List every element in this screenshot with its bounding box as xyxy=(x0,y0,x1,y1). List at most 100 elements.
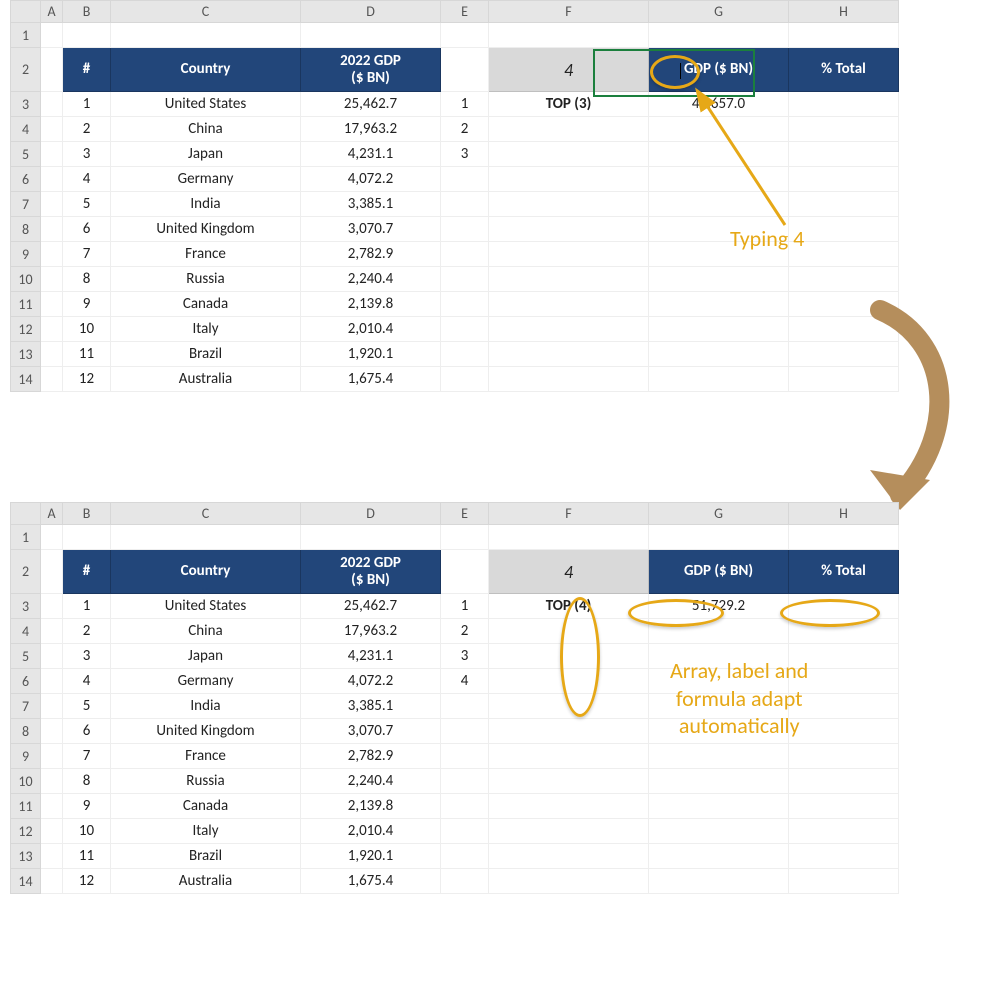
cell-top-label[interactable] xyxy=(489,794,649,819)
cell-gdp-sum[interactable] xyxy=(649,117,789,142)
cell-topn-value[interactable]: 4 xyxy=(489,550,649,594)
cell-array-index[interactable] xyxy=(441,167,489,192)
cell-array-index[interactable]: 4 xyxy=(441,669,489,694)
cell-array-index[interactable] xyxy=(441,292,489,317)
cell-top-label[interactable] xyxy=(489,292,649,317)
row-header[interactable]: 6 xyxy=(11,167,41,192)
cell-gdp-sum[interactable] xyxy=(649,367,789,392)
cell-top-label[interactable] xyxy=(489,242,649,267)
cell-gdp[interactable]: 2,010.4 xyxy=(301,317,441,342)
col-header-A[interactable]: A xyxy=(41,1,63,23)
col-header-B[interactable]: B xyxy=(63,1,111,23)
row-header[interactable]: 13 xyxy=(11,844,41,869)
cell-top-label[interactable] xyxy=(489,869,649,894)
cell-top-label[interactable] xyxy=(489,192,649,217)
cell-array-index[interactable]: 3 xyxy=(441,142,489,167)
row-header[interactable]: 4 xyxy=(11,619,41,644)
cell-gdp-sum[interactable] xyxy=(649,769,789,794)
cell-rank[interactable]: 12 xyxy=(63,367,111,392)
cell-top-label[interactable] xyxy=(489,719,649,744)
cell-gdp[interactable]: 2,139.8 xyxy=(301,794,441,819)
cell-topn-input[interactable]: 4 xyxy=(489,48,649,92)
cell-array-index[interactable] xyxy=(441,869,489,894)
cell-rank[interactable]: 3 xyxy=(63,142,111,167)
cell-rank[interactable]: 4 xyxy=(63,167,111,192)
cell-array-index[interactable] xyxy=(441,819,489,844)
cell-rank[interactable]: 5 xyxy=(63,192,111,217)
cell-gdp-sum[interactable] xyxy=(649,167,789,192)
cell-rank[interactable]: 10 xyxy=(63,317,111,342)
col-header-D[interactable]: D xyxy=(301,503,441,525)
cell-rank[interactable]: 8 xyxy=(63,769,111,794)
row-header[interactable]: 6 xyxy=(11,669,41,694)
row-header[interactable]: 14 xyxy=(11,869,41,894)
cell-gdp-sum[interactable] xyxy=(649,844,789,869)
cell-top-label[interactable] xyxy=(489,217,649,242)
row-header[interactable]: 10 xyxy=(11,769,41,794)
spreadsheet-grid-after[interactable]: A B C D E F G H 1 2 # Country 2022 GDP (… xyxy=(10,502,899,894)
cell-country[interactable]: United States xyxy=(111,594,301,619)
cell-rank[interactable]: 9 xyxy=(63,794,111,819)
row-header[interactable]: 8 xyxy=(11,217,41,242)
cell-country[interactable]: Russia xyxy=(111,267,301,292)
cell-top-label[interactable] xyxy=(489,644,649,669)
cell-country[interactable]: Russia xyxy=(111,769,301,794)
col-header-G[interactable]: G xyxy=(649,1,789,23)
col-header-A[interactable]: A xyxy=(41,503,63,525)
cell-array-index[interactable] xyxy=(441,367,489,392)
cell-gdp[interactable]: 2,782.9 xyxy=(301,242,441,267)
cell-gdp[interactable]: 3,385.1 xyxy=(301,192,441,217)
cell-gdp[interactable]: 25,462.7 xyxy=(301,92,441,117)
spreadsheet-grid-before[interactable]: A B C D E F G H 1 2 # Country 2022 GDP (… xyxy=(10,0,899,392)
row-header[interactable]: 7 xyxy=(11,694,41,719)
corner-cell[interactable] xyxy=(11,1,41,23)
cell-country[interactable]: China xyxy=(111,619,301,644)
cell-country[interactable]: Brazil xyxy=(111,844,301,869)
cell-country[interactable]: Canada xyxy=(111,794,301,819)
cell-gdp-sum[interactable] xyxy=(649,267,789,292)
cell-top-label[interactable] xyxy=(489,844,649,869)
cell-country[interactable]: United States xyxy=(111,92,301,117)
cell-top-label[interactable] xyxy=(489,167,649,192)
cell-top-label[interactable] xyxy=(489,142,649,167)
cell-top-label[interactable] xyxy=(489,744,649,769)
col-header-C[interactable]: C xyxy=(111,503,301,525)
cell-array-index[interactable] xyxy=(441,217,489,242)
cell-array-index[interactable] xyxy=(441,242,489,267)
cell-country[interactable]: China xyxy=(111,117,301,142)
cell-gdp-sum[interactable] xyxy=(649,744,789,769)
cell-country[interactable]: Japan xyxy=(111,644,301,669)
cell-rank[interactable]: 11 xyxy=(63,342,111,367)
cell-gdp-sum[interactable] xyxy=(649,694,789,719)
row-header[interactable]: 5 xyxy=(11,644,41,669)
cell-array-index[interactable] xyxy=(441,342,489,367)
cell-rank[interactable]: 5 xyxy=(63,694,111,719)
row-header[interactable]: 7 xyxy=(11,192,41,217)
cell-top-label[interactable] xyxy=(489,117,649,142)
cell-gdp-sum[interactable] xyxy=(649,669,789,694)
cell-gdp-sum[interactable] xyxy=(649,242,789,267)
row-header[interactable]: 13 xyxy=(11,342,41,367)
cell-gdp-sum[interactable]: 47,657.0 xyxy=(649,92,789,117)
row-header[interactable]: 9 xyxy=(11,242,41,267)
row-header[interactable]: 12 xyxy=(11,317,41,342)
cell-gdp[interactable]: 1,675.4 xyxy=(301,869,441,894)
cell-gdp[interactable]: 3,070.7 xyxy=(301,217,441,242)
row-header[interactable]: 1 xyxy=(11,525,41,550)
cell-rank[interactable]: 6 xyxy=(63,217,111,242)
cell-top-label[interactable] xyxy=(489,619,649,644)
cell-rank[interactable]: 2 xyxy=(63,117,111,142)
row-header[interactable]: 2 xyxy=(11,550,41,594)
cell-array-index[interactable] xyxy=(441,317,489,342)
cell-gdp-sum[interactable] xyxy=(649,719,789,744)
cell-country[interactable]: Brazil xyxy=(111,342,301,367)
cell-gdp[interactable]: 25,462.7 xyxy=(301,594,441,619)
cell-top-label[interactable] xyxy=(489,342,649,367)
col-header-H[interactable]: H xyxy=(789,1,899,23)
cell-rank[interactable]: 7 xyxy=(63,744,111,769)
col-header-E[interactable]: E xyxy=(441,503,489,525)
cell-country[interactable]: United Kingdom xyxy=(111,217,301,242)
cell-country[interactable]: France xyxy=(111,242,301,267)
cell-gdp-sum[interactable]: 51,729.2 xyxy=(649,594,789,619)
cell-gdp[interactable]: 2,240.4 xyxy=(301,267,441,292)
